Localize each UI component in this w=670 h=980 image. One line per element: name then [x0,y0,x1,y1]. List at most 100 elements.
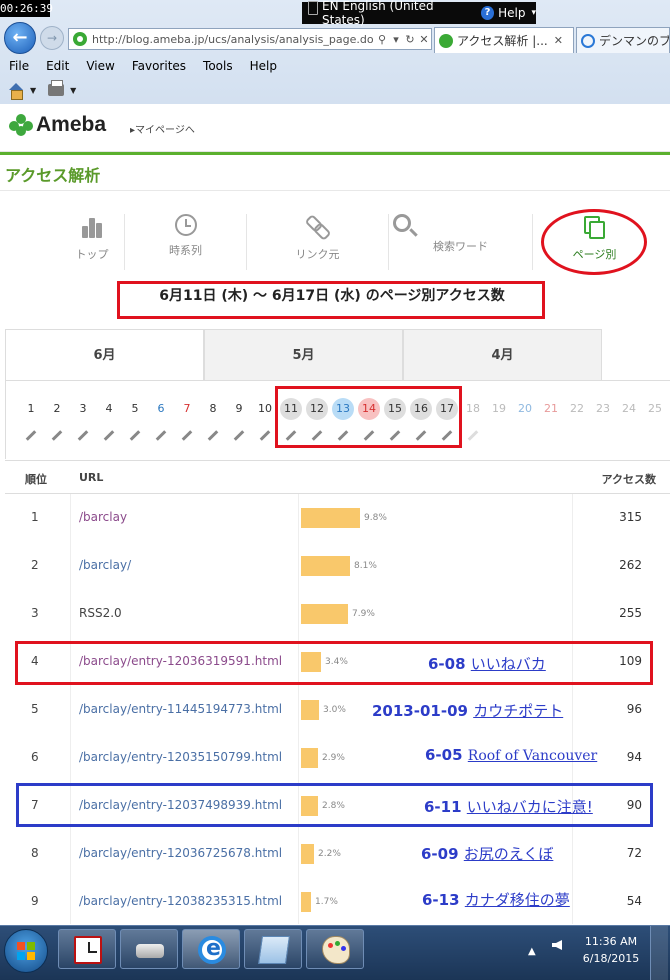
clock-time: 11:36 AM [584,935,638,948]
search-icon[interactable]: ⚲ [375,33,389,46]
tab-may[interactable]: 5月 [204,329,403,381]
ameba-logo-icon[interactable] [9,114,33,138]
taskbar-clock-app[interactable] [58,929,116,969]
paint-icon [322,936,350,964]
day-3[interactable]: 3 [72,398,94,420]
nav-referrer-label: リンク元 [295,248,340,261]
language-label[interactable]: EN English (United States) [302,0,471,27]
ameba-logo[interactable]: Ameba [36,113,106,137]
nav-referrer[interactable]: リンク元 [246,214,388,270]
share-bar [301,508,360,528]
share-percent: 9.8% [364,513,387,523]
drive-icon [136,944,164,958]
system-clock[interactable]: 11:36 AM 6/18/2015 [578,933,644,967]
day-4[interactable]: 4 [98,398,120,420]
nav-search-words[interactable]: 検索ワード [388,214,532,270]
tab-april[interactable]: 4月 [403,329,602,381]
url-link[interactable]: /barclay/ [79,558,131,572]
day-18[interactable]: 18 [462,398,484,420]
red-box-annotation [275,386,462,448]
tray-expand-icon[interactable]: ▲ [528,946,536,957]
url-link[interactable]: /barclay/entry-12038235315.html [79,894,282,908]
url-link[interactable]: /barclay [79,510,127,524]
taskbar-drive[interactable] [120,929,178,969]
menu-file[interactable]: File [0,59,37,73]
menu-help[interactable]: Help [241,59,285,73]
day-6[interactable]: 6 [150,398,172,420]
day-20[interactable]: 20 [514,398,536,420]
note-link[interactable]: Roof of Vancouver [468,748,597,764]
show-desktop-button[interactable] [650,926,668,980]
day-1[interactable]: 1 [20,398,42,420]
address-url[interactable]: http://blog.ameba.jp/ucs/analysis/analys… [92,33,375,46]
rank-cell: 8 [31,846,39,860]
home-icon[interactable] [8,82,24,100]
menu-bar: File Edit View Favorites Tools Help [0,56,670,76]
day-10[interactable]: 10 [254,398,276,420]
start-button[interactable] [4,929,48,973]
tab-analysis[interactable]: アクセス解析 |... ✕ [434,27,574,53]
access-count: 54 [626,894,642,908]
day-9[interactable]: 9 [228,398,250,420]
day-25[interactable]: 25 [644,398,666,420]
access-count: 72 [626,846,642,860]
note-link[interactable]: カナダ移住の夢 [465,891,570,909]
menu-favorites[interactable]: Favorites [123,59,194,73]
dropdown-icon[interactable]: ▾ [389,33,403,46]
annotation-note: 6-09 お尻のえくぼ [421,843,553,864]
language-bar[interactable]: EN English (United States) ? Help ▾ [302,0,536,27]
screen: 00:26:39 EN English (United States) ? He… [0,0,670,980]
forward-button[interactable]: → [40,26,64,50]
day-23[interactable]: 23 [592,398,614,420]
menu-view[interactable]: View [77,59,122,73]
menu-edit[interactable]: Edit [37,59,77,73]
url-link[interactable]: /barclay/entry-12036725678.html [79,846,282,860]
day-21[interactable]: 21 [540,398,562,420]
share-percent: 2.9% [322,753,345,763]
help-icon[interactable]: ? [480,6,495,20]
note-link[interactable]: カウチポテト [473,702,563,720]
day-5[interactable]: 5 [124,398,146,420]
taskbar-paint[interactable] [306,929,364,969]
note-link[interactable]: いいねバカ [471,655,546,673]
stop-icon[interactable]: ✕ [417,33,431,46]
home-dropdown-icon[interactable]: ▼ [30,86,36,95]
day-2[interactable]: 2 [46,398,68,420]
recording-timer: 00:26:39 [0,0,53,17]
note-link[interactable]: お尻のえくぼ [464,845,554,863]
tab-title[interactable]: デンマンのブ [599,32,669,49]
day-8[interactable]: 8 [202,398,224,420]
nav-timeseries[interactable]: 時系列 [124,214,246,270]
print-dropdown-icon[interactable]: ▼ [70,86,76,95]
mypage-link[interactable]: ▸マイページへ [130,121,195,136]
nav-top[interactable]: トップ [60,214,124,270]
refresh-icon[interactable]: ↻ [403,33,417,46]
share-percent: 2.2% [318,849,341,859]
annotation-note: 2013-01-09 カウチポテト [372,700,563,721]
count-header: アクセス数 [601,473,656,486]
close-icon[interactable]: ✕ [554,34,563,47]
rank-cell: 5 [31,702,39,716]
note-link[interactable]: いいねバカに注意! [467,798,593,816]
tab-title[interactable]: アクセス解析 |... [457,32,548,49]
taskbar-ie[interactable] [182,929,240,969]
langbar-options-icon[interactable]: ▾ [531,8,536,18]
day-22[interactable]: 22 [566,398,588,420]
url-link[interactable]: /barclay/entry-11445194773.html [79,702,282,716]
menu-tools[interactable]: Tools [194,59,241,73]
tab-june[interactable]: 6月 [5,329,204,381]
help-label[interactable]: Help [498,6,525,20]
day-19[interactable]: 19 [488,398,510,420]
taskbar-notepad[interactable] [244,929,302,969]
share-bar [301,604,348,624]
red-box-annotation [15,641,653,685]
print-icon[interactable] [48,80,65,96]
search-icon [393,214,411,232]
back-button[interactable]: ← [4,22,36,54]
address-bar[interactable]: http://blog.ameba.jp/ucs/analysis/analys… [68,28,432,50]
day-7[interactable]: 7 [176,398,198,420]
tab-denman[interactable]: デンマンのブ [576,27,670,53]
month-tabs: 6月 5月 4月 [5,329,602,381]
url-link[interactable]: /barclay/entry-12035150799.html [79,750,282,764]
day-24[interactable]: 24 [618,398,640,420]
